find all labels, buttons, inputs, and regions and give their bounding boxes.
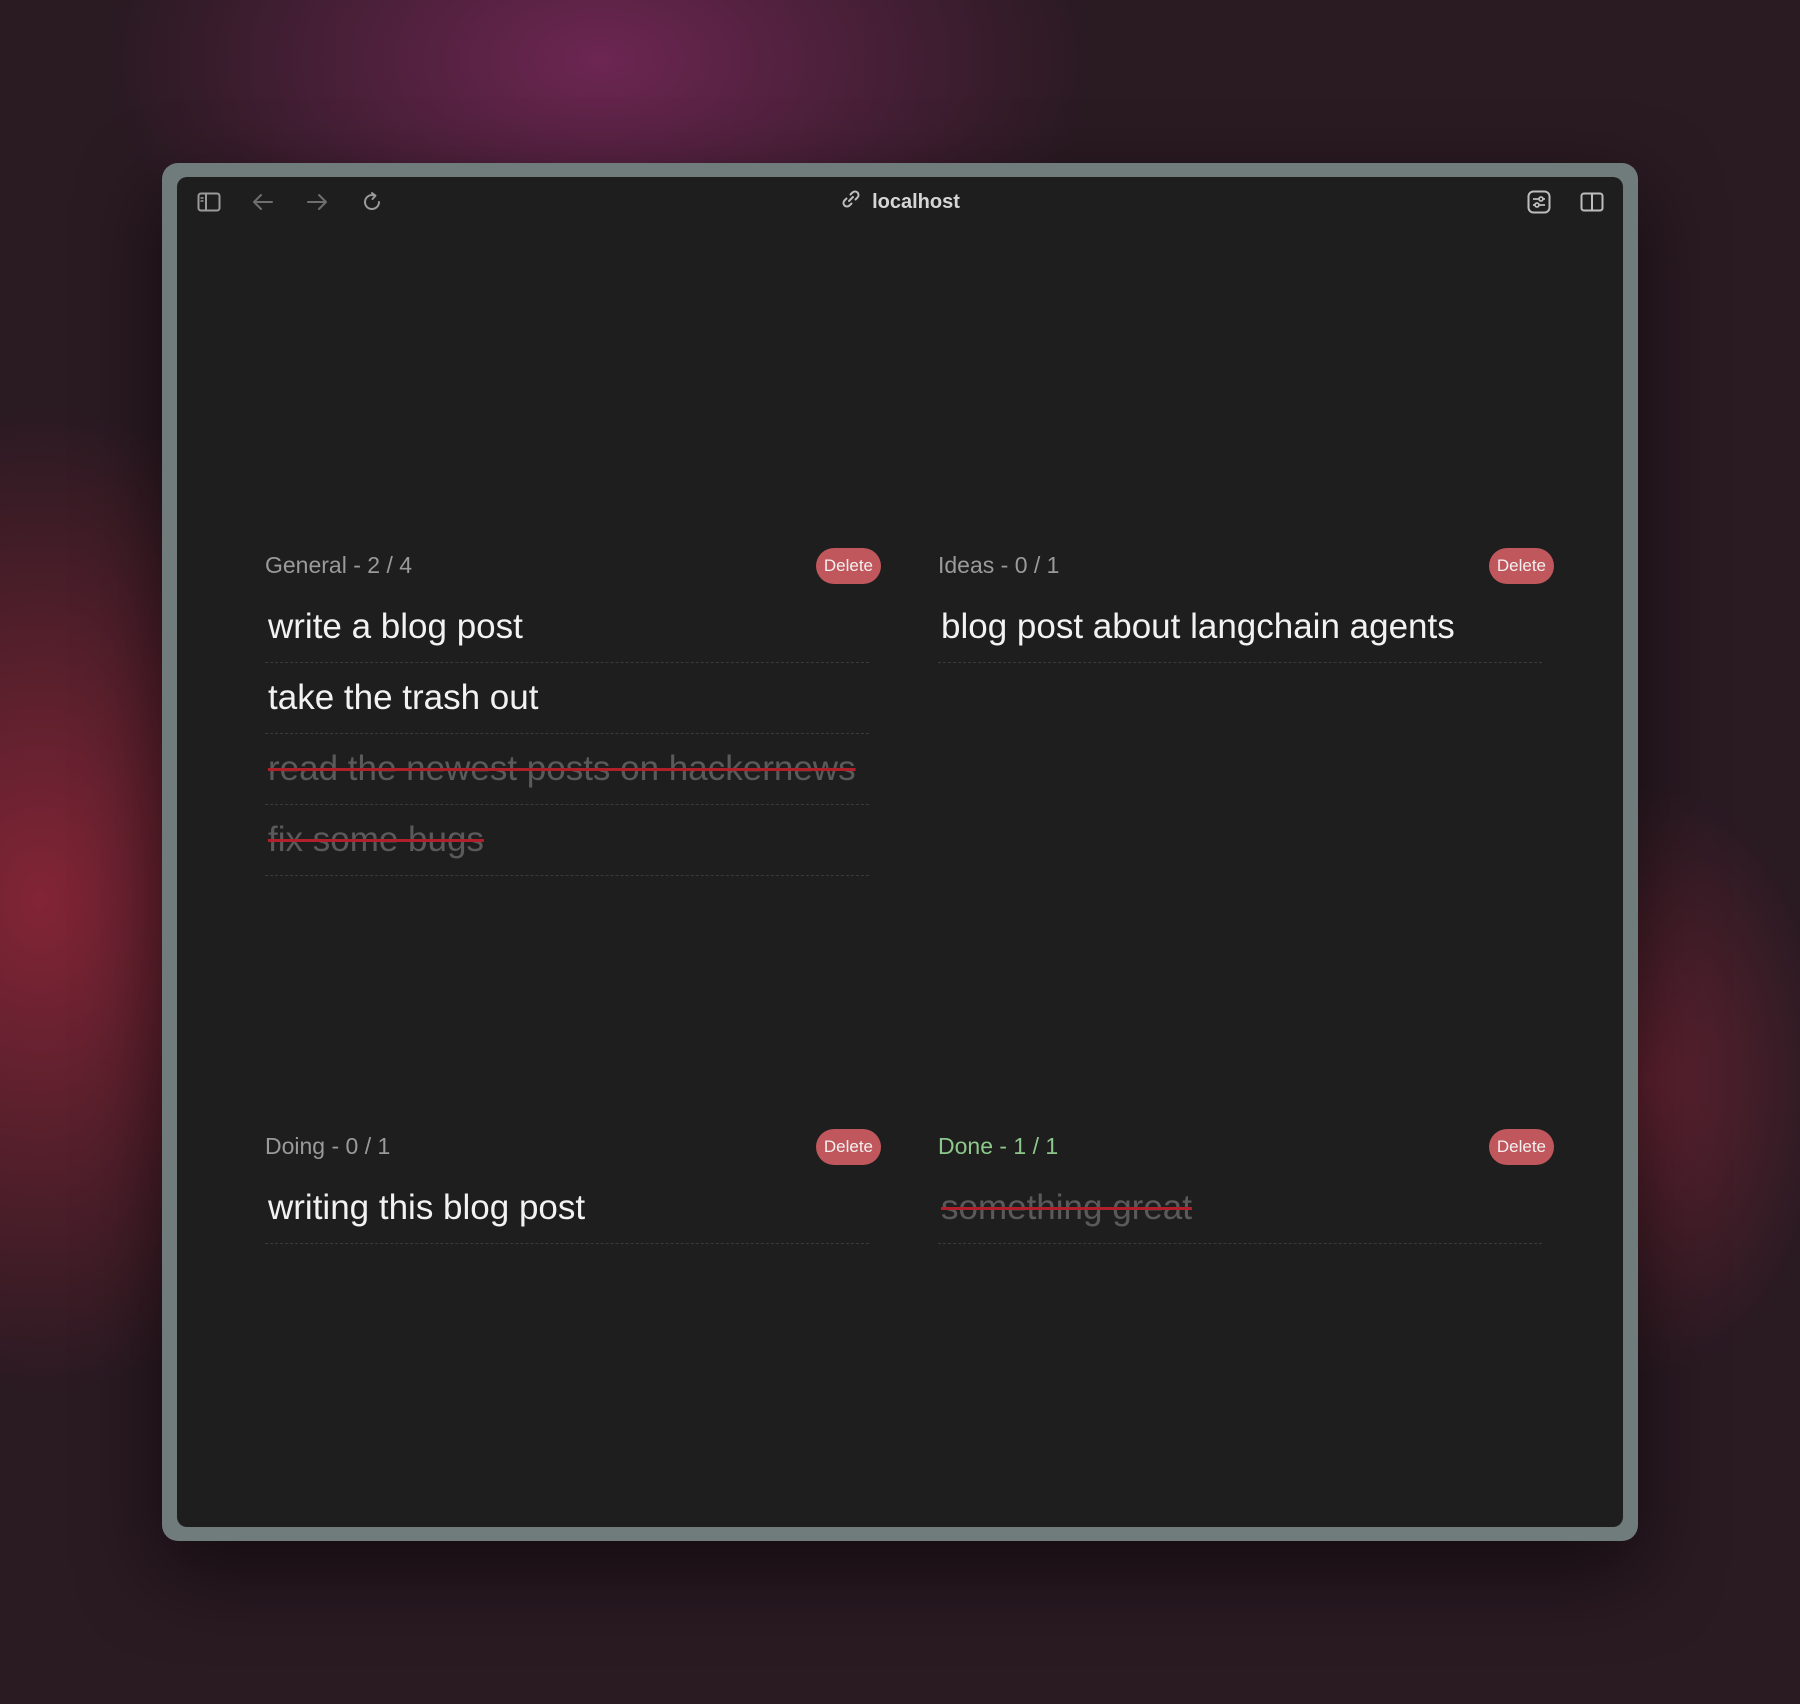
- column-header: General - 2 / 4 Delete: [265, 548, 881, 592]
- column-ideas: Ideas - 0 / 1 Delete blog post about lan…: [938, 548, 1554, 663]
- delete-button[interactable]: Delete: [1488, 548, 1554, 584]
- task-item[interactable]: blog post about langchain agents: [938, 592, 1542, 663]
- link-icon: [840, 188, 862, 216]
- task-list: something great: [938, 1173, 1542, 1244]
- task-item-completed[interactable]: something great: [938, 1173, 1542, 1244]
- url-text: localhost: [872, 190, 960, 213]
- column-title: General - 2 / 4: [265, 552, 413, 578]
- task-list: write a blog post take the trash out rea…: [265, 592, 869, 876]
- column-header: Done - 1 / 1 Delete: [938, 1129, 1554, 1173]
- split-view-icon[interactable]: [1579, 189, 1605, 215]
- delete-button[interactable]: Delete: [815, 1129, 881, 1165]
- browser-window: localhost General - 2 / 4 Delete write a…: [177, 177, 1623, 1527]
- column-header: Doing - 0 / 1 Delete: [265, 1129, 881, 1173]
- kanban-board: General - 2 / 4 Delete write a blog post…: [177, 225, 1623, 1527]
- task-item[interactable]: write a blog post: [265, 592, 869, 663]
- column-general: General - 2 / 4 Delete write a blog post…: [265, 548, 881, 876]
- column-title: Doing - 0 / 1: [265, 1133, 391, 1159]
- task-list: blog post about langchain agents: [938, 592, 1542, 663]
- delete-button[interactable]: Delete: [815, 548, 881, 584]
- task-list: writing this blog post: [265, 1173, 869, 1244]
- column-doing: Doing - 0 / 1 Delete writing this blog p…: [265, 1129, 881, 1244]
- column-done: Done - 1 / 1 Delete something great: [938, 1129, 1554, 1244]
- task-item[interactable]: take the trash out: [265, 663, 869, 734]
- column-header: Ideas - 0 / 1 Delete: [938, 548, 1554, 592]
- browser-toolbar: localhost: [177, 177, 1623, 225]
- task-item-completed[interactable]: fix some bugs: [265, 805, 869, 876]
- address-bar[interactable]: localhost: [177, 189, 1623, 215]
- sliders-icon[interactable]: [1526, 189, 1552, 215]
- task-item[interactable]: writing this blog post: [265, 1173, 869, 1244]
- column-title: Ideas - 0 / 1: [938, 552, 1060, 578]
- delete-button[interactable]: Delete: [1488, 1129, 1554, 1165]
- column-title: Done - 1 / 1: [938, 1133, 1059, 1159]
- task-item-completed[interactable]: read the newest posts on hackernews: [265, 734, 869, 805]
